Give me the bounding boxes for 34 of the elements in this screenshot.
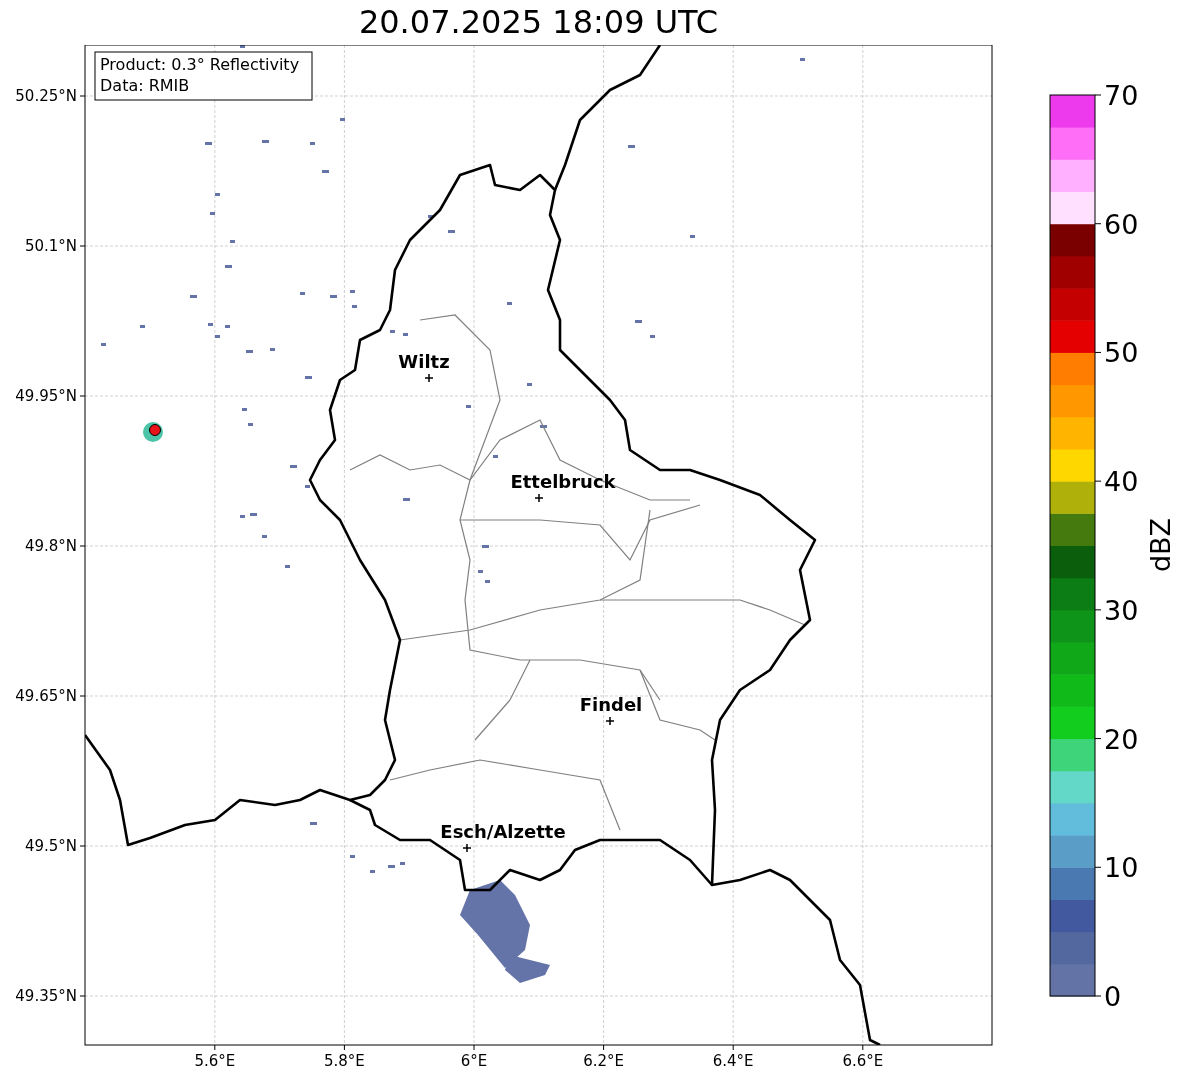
city-label: Ettelbruck (510, 471, 616, 492)
latitude-tick-label: 49.8°N (24, 537, 77, 555)
scale-tick-label: 60 (1104, 208, 1139, 240)
city-marker-icon (424, 373, 434, 383)
latitude-tick-label: 49.5°N (24, 837, 77, 855)
longitude-tick-label: 5.6°E (194, 1052, 236, 1070)
latitude-tick-label: 49.65°N (15, 687, 77, 705)
latitude-tick-label: 50.25°N (15, 87, 77, 105)
longitude-tick-label: 6.4°E (712, 1052, 754, 1070)
scale-tick-label: 50 (1104, 337, 1139, 369)
longitude-tick-label: 6.2°E (583, 1052, 624, 1070)
scale-tick-label: 0 (1104, 981, 1122, 1012)
city-label: Wiltz (398, 351, 450, 372)
info-text: Product: 0.3° Reflectivity (100, 55, 300, 74)
scale-tick-label: 40 (1104, 466, 1139, 498)
city-marker-icon (462, 843, 472, 853)
latitude-tick-label: 50.1°N (24, 237, 77, 255)
city-label: Findel (579, 694, 643, 715)
longitude-tick-label: 6.6°E (842, 1052, 884, 1070)
scale-tick-label: 10 (1104, 852, 1139, 884)
scale-tick-label: 30 (1104, 594, 1139, 626)
city-label: Esch/Alzette (440, 821, 566, 842)
latitude-tick-label: 49.35°N (15, 987, 77, 1005)
scale-unit-label: dBZ (1145, 517, 1176, 573)
scale-tick-label: 20 (1104, 723, 1139, 755)
latitude-tick-label: 49.95°N (15, 387, 77, 405)
city-marker-icon (605, 716, 615, 726)
scale-tick-label: 70 (1104, 80, 1139, 111)
longitude-tick-label: 6°E (460, 1052, 488, 1070)
city-marker-icon (534, 493, 544, 503)
longitude-tick-label: 5.8°E (324, 1052, 365, 1070)
info-text: Data: RMIB (100, 76, 190, 95)
radar-site-icon (143, 422, 163, 442)
figure-title: 20.07.2025 18:09 UTC (358, 6, 719, 38)
